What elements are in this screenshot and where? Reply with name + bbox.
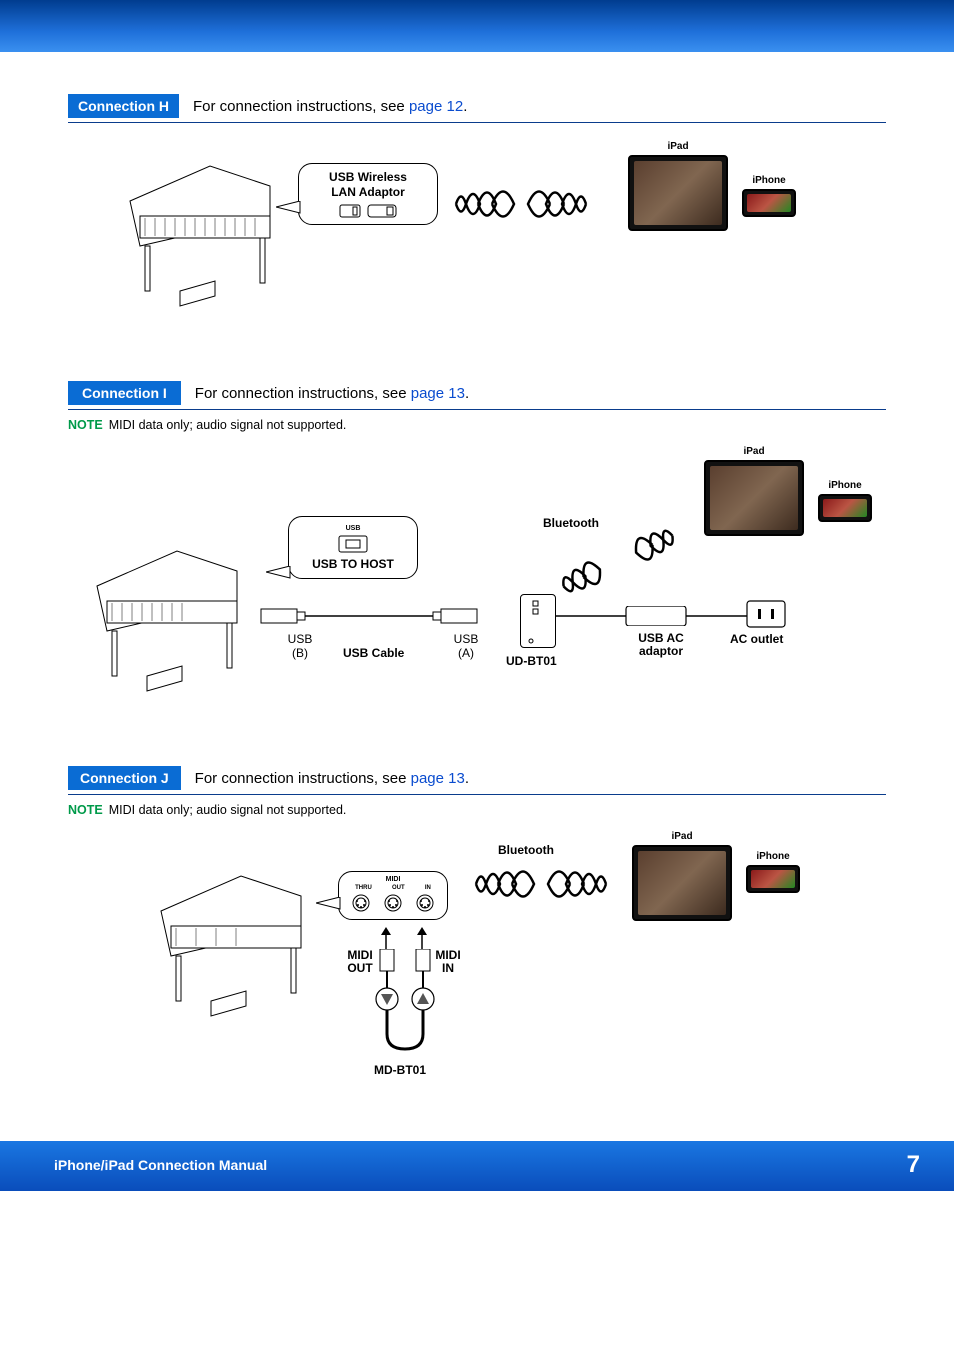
section-connection-i: Connection I For connection instructions… <box>68 381 886 726</box>
note-text: MIDI data only; audio signal not support… <box>109 803 347 817</box>
instruction-text-i: For connection instructions, see page 13… <box>195 385 469 402</box>
instruction-prefix: For connection instructions, see <box>195 385 411 402</box>
callout-pointer <box>276 201 302 215</box>
note-label: NOTE <box>68 803 103 817</box>
page-number: 7 <box>907 1151 920 1179</box>
note-text: MIDI data only; audio signal not support… <box>109 418 347 432</box>
usb-b-sub: (B) <box>280 646 320 660</box>
page-footer: iPhone/iPad Connection Manual 7 <box>0 1141 954 1191</box>
iphone-illustration <box>746 865 800 893</box>
bluetooth-waves-icon <box>466 859 616 909</box>
instruction-text-j: For connection instructions, see page 13… <box>195 770 469 787</box>
usb-cable-illustration <box>253 601 493 631</box>
ac-outlet-icon <box>746 600 786 630</box>
usb-cable-label: USB Cable <box>343 646 404 660</box>
diagram-h: USB Wireless LAN Adaptor iPad <box>68 131 886 341</box>
page-link-h[interactable]: page 12 <box>409 98 463 115</box>
piano-illustration <box>146 871 316 1021</box>
usb-to-host-label: USB TO HOST <box>299 557 407 572</box>
instruction-prefix: For connection instructions, see <box>195 770 411 787</box>
bluetooth-waves-icon <box>548 526 688 596</box>
page-content: Connection H For connection instructions… <box>0 54 954 1141</box>
diagram-i: USB USB TO HOST USB (B) USB Cable U <box>68 446 886 726</box>
power-cable-line <box>556 606 766 626</box>
piano-illustration <box>120 161 280 311</box>
midi-thru: THRU <box>355 885 372 893</box>
period: . <box>465 385 469 402</box>
diagram-j: MIDI THRU OUT IN <box>68 831 886 1101</box>
period: . <box>463 98 467 115</box>
note-row-i: NOTE MIDI data only; audio signal not sup… <box>68 418 886 432</box>
ipad-illustration <box>704 460 804 536</box>
midi-title: MIDI <box>345 876 441 885</box>
ac-outlet-label: AC outlet <box>730 632 783 646</box>
footer-title: iPhone/iPad Connection Manual <box>54 1157 267 1173</box>
piano-illustration <box>82 546 252 696</box>
note-row-j: NOTE MIDI data only; audio signal not sup… <box>68 803 886 817</box>
usb-wireless-adaptor-callout: USB Wireless LAN Adaptor <box>298 163 438 225</box>
midi-din-icon <box>383 893 403 913</box>
usb-a-group: USB (A) <box>446 632 486 660</box>
instruction-text-h: For connection instructions, see page 12… <box>193 98 467 115</box>
usb-a-label: USB <box>446 632 486 646</box>
page-link-i[interactable]: page 13 <box>411 385 465 402</box>
usb-small-label: USB <box>299 525 407 534</box>
ipad-illustration <box>632 845 732 921</box>
section-header-j: Connection J For connection instructions… <box>68 766 886 795</box>
midi-arrows <box>374 927 434 951</box>
section-connection-j: Connection J For connection instructions… <box>68 766 886 1101</box>
midi-out: OUT <box>392 885 405 893</box>
connection-j-tag: Connection J <box>68 766 181 790</box>
usb-b-label: USB <box>280 632 320 646</box>
iphone-label: iPhone <box>818 480 872 491</box>
iphone-label: iPhone <box>742 175 796 186</box>
wireless-waves-icon <box>446 179 596 229</box>
note-label: NOTE <box>68 418 103 432</box>
md-bt01-label: MD-BT01 <box>374 1063 426 1077</box>
ipad-label: iPad <box>628 141 728 152</box>
usb-b-group: USB (B) <box>280 632 320 660</box>
ipad-illustration <box>628 155 728 231</box>
section-header-h: Connection H For connection instructions… <box>68 94 886 123</box>
bluetooth-label: Bluetooth <box>498 843 554 857</box>
usb-ac-line2: adaptor <box>626 645 696 658</box>
adaptor-line2: LAN Adaptor <box>309 185 427 200</box>
section-connection-h: Connection H For connection instructions… <box>68 94 886 341</box>
iphone-label: iPhone <box>746 851 800 862</box>
usb-to-host-callout: USB USB TO HOST <box>288 516 418 579</box>
section-header-i: Connection I For connection instructions… <box>68 381 886 410</box>
usb-dongle-icon-2 <box>367 204 397 218</box>
md-bt01-illustration <box>362 949 448 1059</box>
page-link-j[interactable]: page 13 <box>411 770 465 787</box>
midi-port-callout: MIDI THRU OUT IN <box>338 871 448 920</box>
midi-din-icon <box>415 893 435 913</box>
ipad-label: iPad <box>704 446 804 457</box>
adaptor-line1: USB Wireless <box>309 170 427 185</box>
usb-dongle-icon <box>339 204 361 218</box>
period: . <box>465 770 469 787</box>
callout-pointer <box>266 566 292 580</box>
connection-h-tag: Connection H <box>68 94 179 118</box>
header-bar <box>0 0 954 54</box>
callout-pointer <box>316 897 342 911</box>
midi-in: IN <box>425 885 431 893</box>
ud-bt01-device <box>520 594 556 648</box>
usb-port-icon <box>338 535 368 553</box>
ud-bt01-label: UD-BT01 <box>506 654 557 668</box>
instruction-prefix: For connection instructions, see <box>193 98 409 115</box>
midi-din-icon <box>351 893 371 913</box>
usb-ac-adaptor-label: USB AC adaptor <box>626 632 696 658</box>
iphone-illustration <box>742 189 796 217</box>
usb-a-sub: (A) <box>446 646 486 660</box>
ipad-label: iPad <box>632 831 732 842</box>
iphone-illustration <box>818 494 872 522</box>
connection-i-tag: Connection I <box>68 381 181 405</box>
